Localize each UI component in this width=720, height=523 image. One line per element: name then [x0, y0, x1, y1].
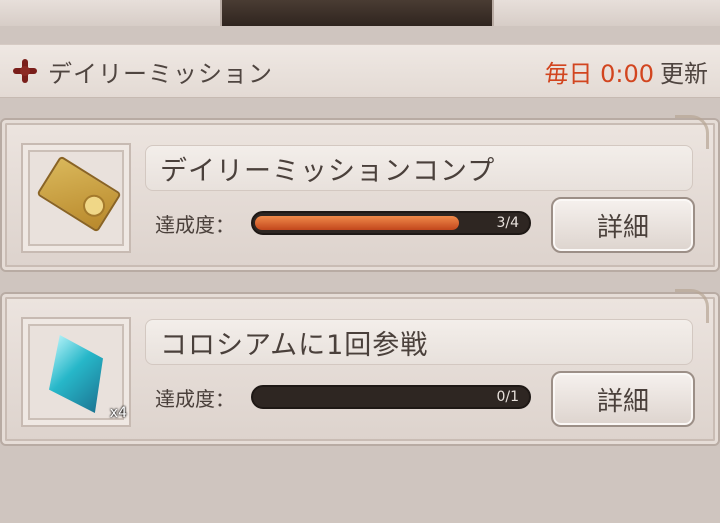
tab-right[interactable] — [492, 0, 720, 26]
progress-label: 達成度： — [155, 387, 235, 411]
mission-title: コロシアムに1回参戦 — [145, 319, 693, 365]
crystal-icon — [49, 335, 103, 413]
progress-text: 0/1 — [496, 389, 519, 405]
cross-icon — [12, 58, 38, 84]
reset-info: 毎日 0:00 更新 — [544, 54, 708, 89]
ticket-icon — [36, 155, 122, 233]
mission-card: デイリーミッションコンプ 達成度： 3/4 詳細 — [2, 115, 718, 270]
tab-daily-active[interactable] — [222, 0, 492, 26]
progress-fill — [255, 216, 459, 230]
corner-ornament — [675, 289, 709, 323]
detail-button[interactable]: 詳細 — [551, 371, 695, 427]
section-header: デイリーミッション 毎日 0:00 更新 — [0, 44, 720, 98]
progress-label: 達成度： — [155, 213, 235, 237]
reward-icon-frame — [21, 143, 131, 253]
section-title: デイリーミッション — [48, 59, 273, 88]
progress-bar: 0/1 — [251, 385, 531, 409]
reward-icon-frame: x4 — [21, 317, 131, 427]
tab-bar — [0, 0, 720, 26]
corner-ornament — [675, 115, 709, 149]
reward-quantity: x4 — [109, 405, 127, 421]
progress-bar: 3/4 — [251, 211, 531, 235]
progress-text: 3/4 — [496, 215, 519, 231]
mission-card: x4 コロシアムに1回参戦 達成度： 0/1 詳細 — [2, 289, 718, 444]
tab-left[interactable] — [0, 0, 222, 26]
reset-time: 毎日 0:00 — [544, 59, 654, 88]
mission-title: デイリーミッションコンプ — [145, 145, 693, 191]
reset-label: 更新 — [660, 59, 708, 88]
detail-button[interactable]: 詳細 — [551, 197, 695, 253]
